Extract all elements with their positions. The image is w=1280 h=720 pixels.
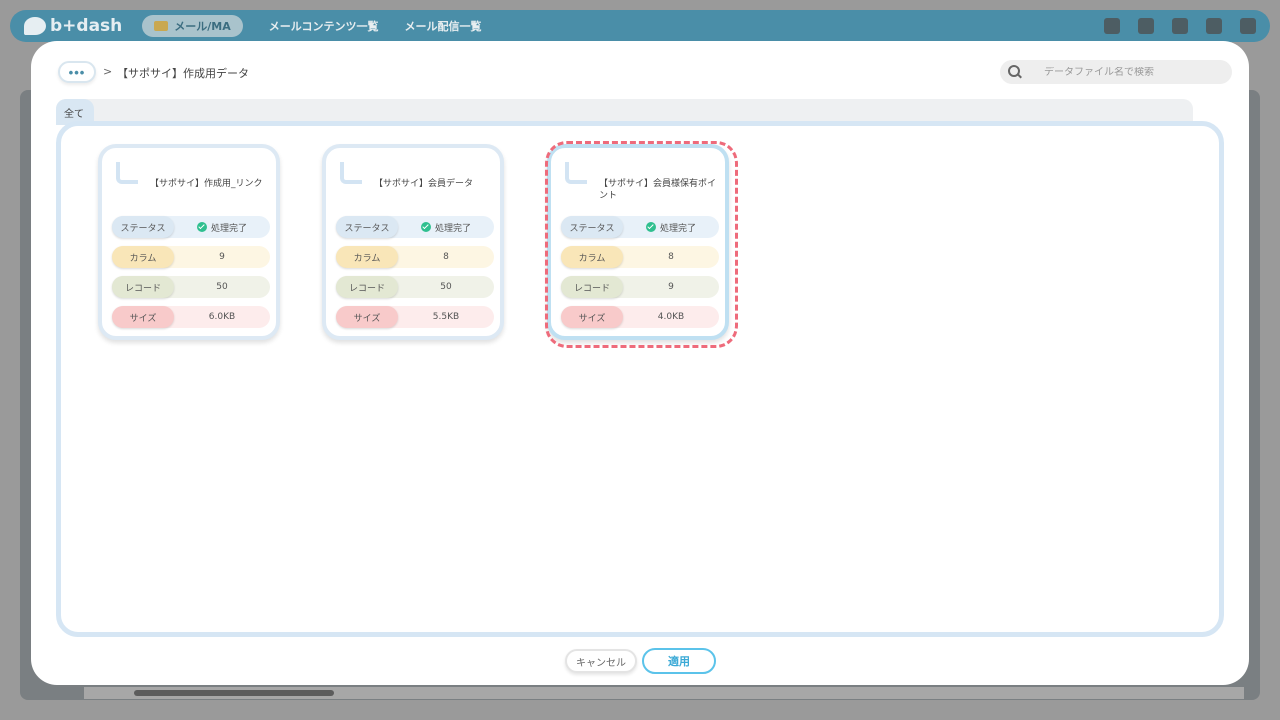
column-row: カラム 9 [112, 246, 270, 268]
column-label: カラム [336, 246, 398, 268]
record-label: レコード [336, 276, 398, 298]
record-label: レコード [112, 276, 174, 298]
cancel-button[interactable]: キャンセル [565, 649, 637, 673]
column-row: カラム 8 [336, 246, 494, 268]
file-name: 【サポサイ】会員データ [374, 179, 474, 189]
file-card[interactable]: 【サポサイ】会員データ ステータス 処理完了 カラム 8 レコード 50 サイズ… [322, 144, 504, 340]
wrench-icon[interactable] [1138, 18, 1154, 34]
record-value: 9 [668, 282, 674, 292]
status-label: ステータス [561, 216, 623, 238]
status-value: 処理完了 [434, 223, 471, 234]
size-row: サイズ 4.0KB [561, 306, 719, 328]
nav-mail-ma[interactable]: メール/MA [142, 15, 243, 37]
record-row: レコード 50 [336, 276, 494, 298]
file-card[interactable]: 【サポサイ】作成用_リンク ステータス 処理完了 カラム 9 レコード 50 サ… [98, 144, 280, 340]
record-row: レコード 9 [561, 276, 719, 298]
file-name: 【サポサイ】会員様保有ポイント [599, 179, 717, 201]
size-row: サイズ 5.5KB [336, 306, 494, 328]
status-label: ステータス [112, 216, 174, 238]
bell-icon[interactable] [1104, 18, 1120, 34]
grid-icon[interactable] [1172, 18, 1188, 34]
help-icon[interactable] [1206, 18, 1222, 34]
status-row: ステータス 処理完了 [336, 216, 494, 238]
file-search [1000, 60, 1232, 84]
nav-mail-ma-label: メール/MA [174, 20, 231, 33]
app-logo: b+dash [24, 16, 122, 36]
check-icon [196, 222, 207, 232]
mail-icon [154, 21, 169, 31]
column-value: 8 [668, 252, 674, 262]
nav-mail-delivery[interactable]: メール配信一覧 [405, 18, 482, 34]
column-label: カラム [561, 246, 623, 268]
top-navigation: b+dash メール/MA メールコンテンツ一覧 メール配信一覧 [10, 10, 1270, 42]
size-label: サイズ [561, 306, 623, 328]
breadcrumb-current-folder: 【サポサイ】作成用データ [117, 67, 249, 80]
status-label: ステータス [336, 216, 398, 238]
logo-icon [24, 17, 46, 35]
logo-text: b+dash [50, 16, 123, 36]
search-input[interactable] [1044, 66, 1224, 78]
file-card-selected[interactable]: 【サポサイ】会員様保有ポイント ステータス 処理完了 カラム 8 レコード 9 … [547, 144, 729, 340]
tab-strip [56, 99, 1193, 121]
record-value: 50 [216, 282, 228, 292]
size-label: サイズ [112, 306, 174, 328]
column-label: カラム [112, 246, 174, 268]
search-icon [1008, 65, 1022, 79]
size-value: 6.0KB [208, 312, 236, 322]
size-value: 5.5KB [432, 312, 460, 322]
size-label: サイズ [336, 306, 398, 328]
record-label: レコード [561, 276, 623, 298]
logout-icon[interactable] [1240, 18, 1256, 34]
nav-mail-contents[interactable]: メールコンテンツ一覧 [269, 18, 379, 34]
check-icon [645, 222, 656, 232]
scrollbar-thumb[interactable] [134, 690, 334, 696]
breadcrumb-separator: > [103, 65, 113, 78]
file-icon [565, 162, 587, 184]
file-icon [116, 162, 138, 184]
file-icon [340, 162, 362, 184]
status-row: ステータス 処理完了 [561, 216, 719, 238]
check-icon [420, 222, 431, 232]
file-grid: 【サポサイ】作成用_リンク ステータス 処理完了 カラム 9 レコード 50 サ… [56, 121, 1224, 637]
size-row: サイズ 6.0KB [112, 306, 270, 328]
record-row: レコード 50 [112, 276, 270, 298]
status-value: 処理完了 [210, 223, 247, 234]
status-row: ステータス 処理完了 [112, 216, 270, 238]
column-value: 8 [443, 252, 449, 262]
background-scrollbar[interactable] [84, 687, 1244, 699]
status-value: 処理完了 [659, 223, 696, 234]
size-value: 4.0KB [657, 312, 685, 322]
file-name: 【サポサイ】作成用_リンク [150, 179, 263, 189]
file-select-modal: ••• > 【サポサイ】作成用データ 全て 【サポサイ】作成用_リンク ステータ… [31, 41, 1249, 685]
breadcrumb-more-button[interactable]: ••• [58, 61, 96, 83]
record-value: 50 [440, 282, 452, 292]
apply-button[interactable]: 適用 [642, 648, 716, 674]
column-value: 9 [219, 252, 225, 262]
column-row: カラム 8 [561, 246, 719, 268]
